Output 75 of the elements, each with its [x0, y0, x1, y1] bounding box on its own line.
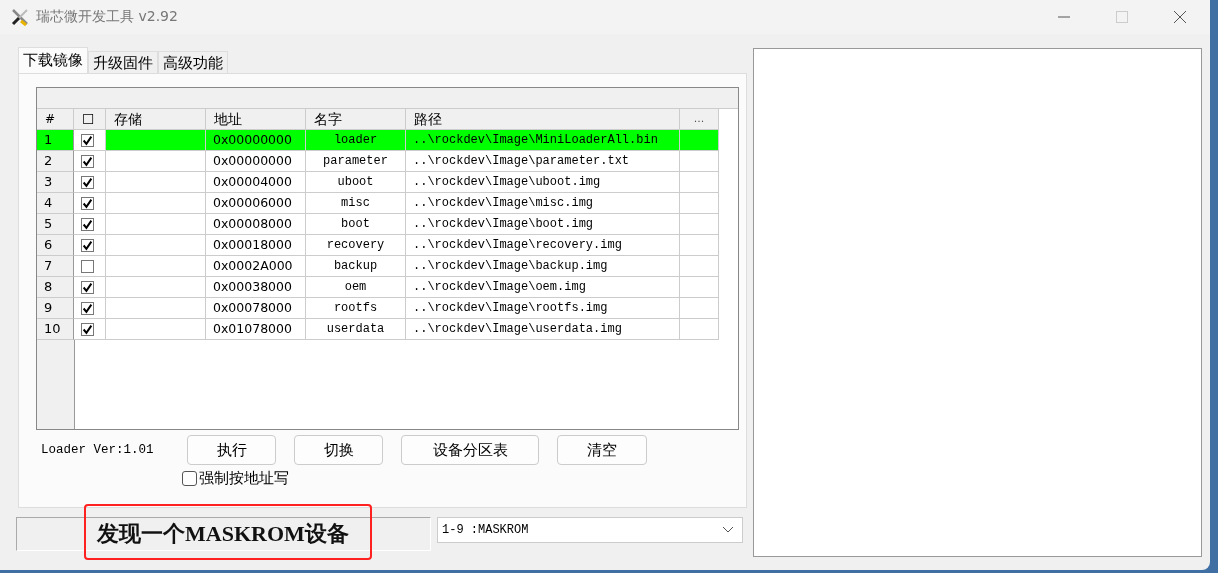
- row-header: 6: [37, 235, 74, 256]
- table-cell: ..\rockdev\Image\boot.img: [413, 217, 594, 231]
- table-cell: recovery: [326, 238, 385, 252]
- tab[interactable]: 升级固件: [88, 51, 158, 73]
- loader-version: Loader Ver:1.01: [40, 443, 155, 457]
- window-title: 瑞芯微开发工具 v2.92: [36, 8, 178, 26]
- table-row[interactable]: 7 0x0002A000 backup ..\rockdev\Image\backup.img: [37, 256, 719, 277]
- table-cell: ..\rockdev\Image\backup.img: [413, 259, 608, 273]
- status-message: 发现一个MASKROM设备: [97, 520, 349, 548]
- table-cell: parameter: [323, 154, 388, 168]
- close-icon[interactable]: [1174, 11, 1186, 23]
- checkbox[interactable]: [81, 322, 94, 336]
- checkbox[interactable]: [81, 175, 94, 189]
- table-cell: 0x0002A000: [213, 258, 293, 273]
- table-cell: loader: [333, 133, 378, 147]
- checkbox[interactable]: [81, 301, 94, 315]
- table-cell: userdata: [326, 322, 385, 336]
- table-cell: ..\rockdev\Image\uboot.img: [413, 175, 601, 189]
- table-cell: ..\rockdev\Image\recovery.img: [413, 238, 622, 252]
- table-row[interactable]: 2 0x00000000 parameter ..\rockdev\Image\parameter.txt: [37, 151, 719, 172]
- row-header: 1: [37, 130, 74, 151]
- table-cell: oem: [344, 280, 367, 294]
- row-header: 8: [37, 277, 74, 298]
- tools-icon: [10, 7, 30, 27]
- table-cell: boot: [341, 217, 370, 231]
- table-row[interactable]: 9 0x00078000 rootfs ..\rockdev\Image\rootfs.img: [37, 298, 719, 319]
- checkbox[interactable]: [81, 154, 94, 168]
- checkbox[interactable]: [81, 259, 94, 273]
- checkbox[interactable]: [81, 196, 94, 210]
- force-address-checkbox[interactable]: 强制按地址写: [182, 469, 289, 488]
- table-cell: ..\rockdev\Image\userdata.img: [413, 322, 622, 336]
- table-cell: ..\rockdev\Image\rootfs.img: [413, 301, 608, 315]
- action-button[interactable]: 清空: [557, 435, 647, 465]
- row-header: 3: [37, 172, 74, 193]
- row-header: 2: [37, 151, 74, 172]
- tab[interactable]: 下载镜像: [18, 47, 88, 73]
- action-button[interactable]: 设备分区表: [401, 435, 539, 465]
- table-cell: rootfs: [333, 301, 378, 315]
- table-cell: 0x00006000: [213, 195, 292, 210]
- table-cell: ..\rockdev\Image\oem.img: [413, 280, 586, 294]
- row-header: 4: [37, 193, 74, 214]
- row-header: 10: [37, 319, 74, 340]
- table-cell: ..\rockdev\Image\misc.img: [413, 196, 594, 210]
- table-cell: backup: [333, 259, 378, 273]
- checkbox[interactable]: [81, 238, 94, 252]
- table-cell: 0x00038000: [213, 279, 292, 294]
- table-cell: 0x00004000: [213, 174, 292, 189]
- table-cell: 0x00078000: [213, 300, 292, 315]
- table-cell: ..\rockdev\Image\MiniLoaderAll.bin: [413, 133, 658, 147]
- table-row[interactable]: 3 0x00004000 uboot ..\rockdev\Image\uboot.img: [37, 172, 719, 193]
- table-cell: 0x00008000: [213, 216, 292, 231]
- table-cell: ..\rockdev\Image\parameter.txt: [413, 154, 630, 168]
- table-row[interactable]: 6 0x00018000 recovery ..\rockdev\Image\recovery.img: [37, 235, 719, 256]
- row-header: 9: [37, 298, 74, 319]
- table-cell: 0x00000000: [213, 153, 292, 168]
- table-row[interactable]: 4 0x00006000 misc ..\rockdev\Image\misc.img: [37, 193, 719, 214]
- table-cell: 0x01078000: [213, 321, 292, 336]
- table-row[interactable]: 1 0x00000000 loader ..\rockdev\Image\MiniLoaderAll.bin: [37, 130, 719, 151]
- device-dropdown[interactable]: 1-9 :MASKROM: [437, 517, 743, 543]
- action-button[interactable]: 执行: [187, 435, 276, 465]
- action-button[interactable]: 切换: [294, 435, 383, 465]
- checkbox[interactable]: [81, 280, 94, 294]
- tab[interactable]: 高级功能: [158, 51, 228, 73]
- chevron-down-icon: [722, 526, 734, 534]
- checkbox[interactable]: [81, 217, 94, 231]
- table-cell: 0x00018000: [213, 237, 292, 252]
- table-row[interactable]: 5 0x00008000 boot ..\rockdev\Image\boot.img: [37, 214, 719, 235]
- row-header: 7: [37, 256, 74, 277]
- table-row[interactable]: 10 0x01078000 userdata ..\rockdev\Image\userdata.img: [37, 319, 719, 340]
- table-cell: uboot: [337, 175, 374, 189]
- table-row[interactable]: 8 0x00038000 oem ..\rockdev\Image\oem.img: [37, 277, 719, 298]
- table-cell: misc: [341, 196, 370, 210]
- table-cell: 0x00000000: [213, 132, 292, 147]
- checkbox[interactable]: [81, 133, 94, 147]
- row-header: 5: [37, 214, 74, 235]
